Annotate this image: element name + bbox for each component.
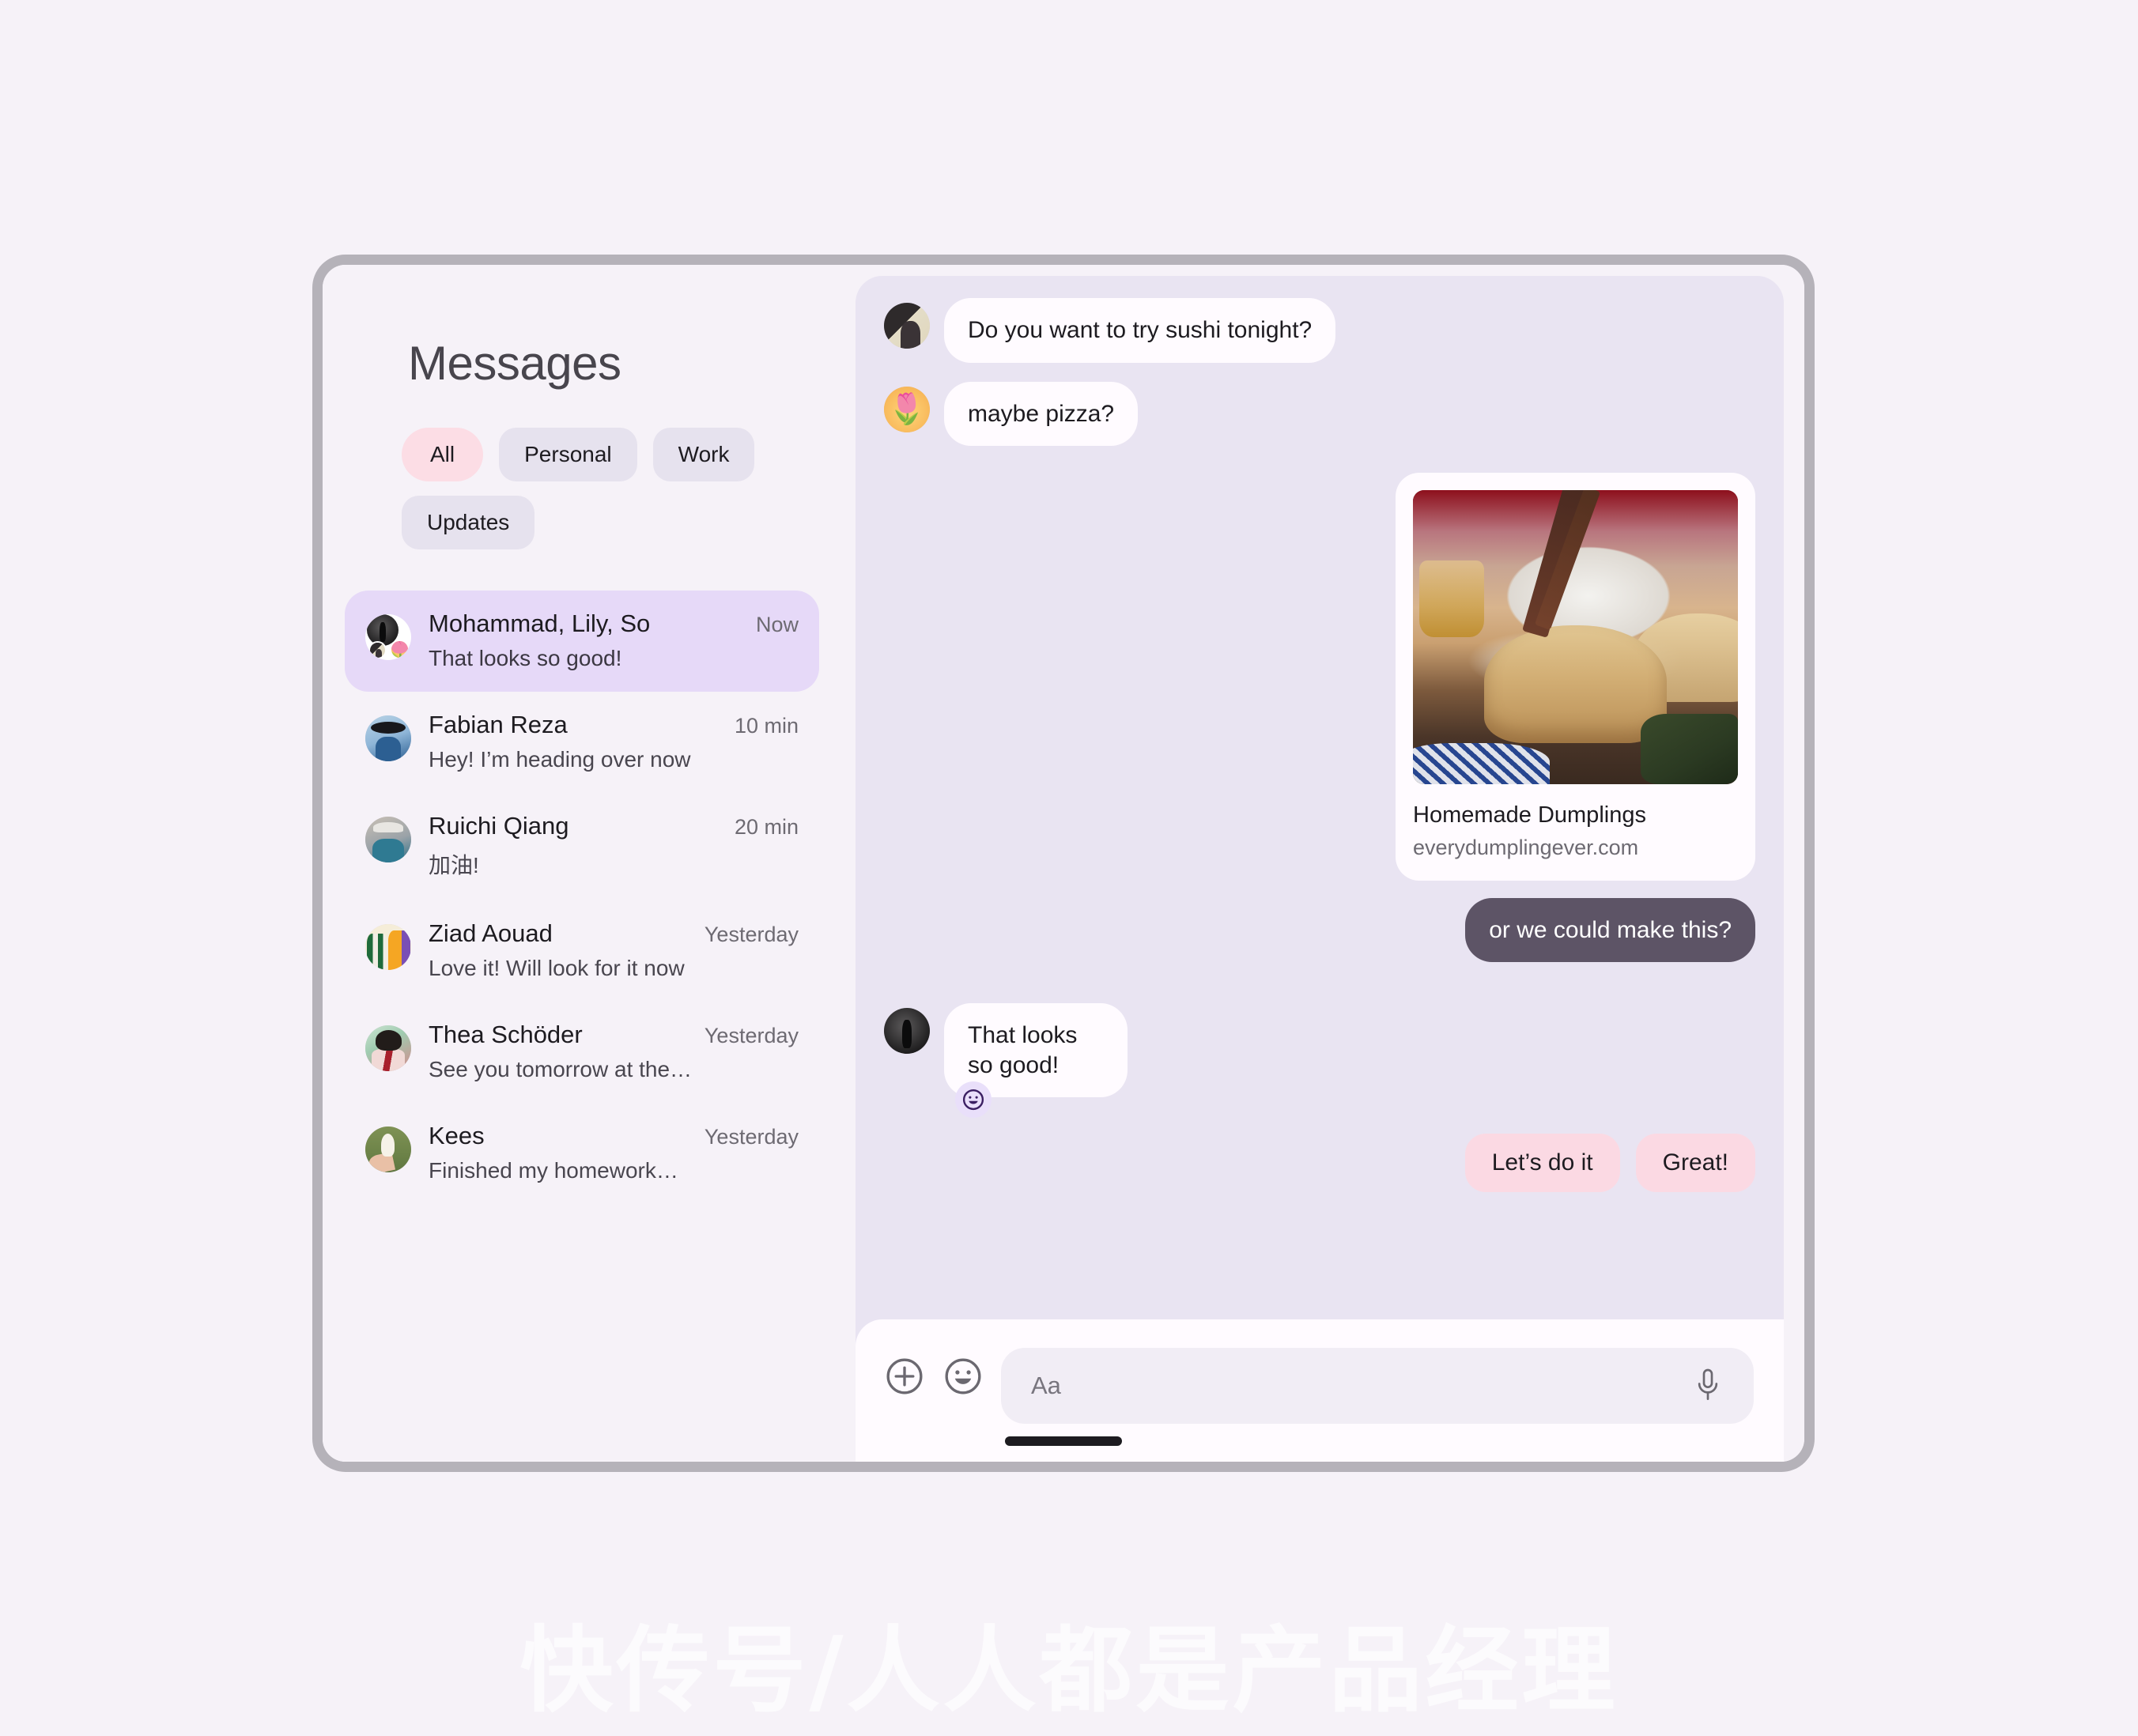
conversation-name: Thea Schöder [429, 1021, 583, 1048]
conversation-name: Kees [429, 1122, 485, 1149]
message-bubble-incoming[interactable]: maybe pizza? [944, 381, 1139, 446]
plus-circle-icon[interactable] [884, 1356, 925, 1397]
filter-chip-all[interactable]: All [402, 428, 484, 481]
avatar [365, 817, 411, 862]
conversation-item-thea-schoder[interactable]: Thea Schöder Yesterday See you tomorrow … [345, 1002, 819, 1103]
conversation-list: Mohammad, Lily, So Now That looks so goo… [323, 591, 851, 1204]
suggested-reply-lets-do-it[interactable]: Let’s do it [1464, 1134, 1620, 1193]
conversation-snippet: Love it! Will look for it now [429, 956, 685, 980]
avatar [884, 386, 930, 432]
message-composer: Aa [856, 1319, 1784, 1462]
message-thread: Do you want to try sushi tonight? maybe … [856, 276, 1784, 1319]
link-preview-image [1413, 490, 1738, 784]
conversation-timestamp: Yesterday [704, 1125, 799, 1149]
avatar [365, 715, 411, 761]
message-row-outgoing: or we could make this? [884, 897, 1755, 963]
message-row-incoming: maybe pizza? [884, 381, 1755, 446]
message-row-incoming-reply: That looks so good! [884, 1003, 1755, 1119]
group-avatar [365, 614, 411, 660]
avatar [365, 924, 411, 970]
filter-chip-work[interactable]: Work [652, 428, 755, 481]
message-row-incoming: Do you want to try sushi tonight? [884, 298, 1755, 363]
conversation-snippet: 加油! [429, 853, 479, 877]
conversation-text: Ziad Aouad Yesterday Love it! Will look … [429, 919, 799, 981]
conversation-name: Mohammad, Lily, So [429, 609, 651, 637]
conversation-name: Fabian Reza [429, 711, 568, 738]
tablet-device-frame: 12:00 Messages [312, 255, 1815, 1472]
conversation-snippet: See you tomorrow at the… [429, 1057, 693, 1081]
conversation-item-kees[interactable]: Kees Yesterday Finished my homework… [345, 1103, 819, 1204]
conversation-timestamp: 20 min [734, 815, 799, 839]
link-preview-row: Homemade Dumplings everydumplingever.com [884, 473, 1755, 881]
suggested-replies: Let’s do it Great! [884, 1134, 1755, 1193]
filter-chip-personal[interactable]: Personal [499, 428, 637, 481]
conversation-name: Ziad Aouad [429, 919, 553, 947]
conversations-sidebar: Messages All Personal Work Updates 🌷 Moh… [323, 265, 851, 1462]
link-preview-domain: everydumplingever.com [1413, 835, 1639, 859]
link-preview-card[interactable]: Homemade Dumplings everydumplingever.com [1396, 473, 1755, 881]
conversation-snippet: Finished my homework… [429, 1158, 678, 1183]
suggested-reply-great[interactable]: Great! [1635, 1134, 1755, 1193]
conversation-item-fabian-reza[interactable]: Fabian Reza 10 min Hey! I’m heading over… [345, 692, 819, 793]
filter-chip-group: All Personal Work Updates [402, 428, 773, 549]
conversation-name: Ruichi Qiang [429, 812, 569, 840]
message-bubble-outgoing[interactable]: or we could make this? [1465, 897, 1755, 963]
emoji-smiley-icon[interactable] [942, 1356, 984, 1397]
conversation-snippet: That looks so good! [429, 646, 622, 670]
filter-chip-updates[interactable]: Updates [402, 496, 535, 549]
avatar [365, 1127, 411, 1172]
watermark: 快传号/人人都是产品经理 [519, 1616, 1619, 1725]
app-panes: Messages All Personal Work Updates 🌷 Moh… [323, 265, 1804, 1462]
link-preview-title: Homemade Dumplings [1413, 802, 1646, 828]
message-input-placeholder: Aa [1031, 1372, 1061, 1399]
message-input-field[interactable]: Aa [1001, 1348, 1754, 1424]
avatar [884, 1008, 930, 1055]
conversation-timestamp: 10 min [734, 714, 799, 738]
conversation-item-ruichi-qiang[interactable]: Ruichi Qiang 20 min 加油! [345, 793, 819, 900]
conversation-timestamp: Yesterday [704, 923, 799, 946]
conversation-text: Fabian Reza 10 min Hey! I’m heading over… [429, 711, 799, 772]
device-screen: 12:00 Messages [323, 265, 1804, 1462]
conversation-timestamp: Yesterday [704, 1024, 799, 1047]
page-title: Messages [408, 337, 621, 390]
home-indicator [1005, 1436, 1122, 1446]
chat-surface: Do you want to try sushi tonight? maybe … [856, 276, 1784, 1462]
message-bubble-wrapper: That looks so good! [944, 1003, 1199, 1119]
conversation-item-mohammad-lily-so[interactable]: Mohammad, Lily, So Now That looks so goo… [345, 591, 819, 692]
message-bubble-incoming[interactable]: Do you want to try sushi tonight? [944, 298, 1336, 363]
conversation-text: Kees Yesterday Finished my homework… [429, 1122, 799, 1183]
conversation-text: Ruichi Qiang 20 min 加油! [429, 812, 799, 880]
conversation-timestamp: Now [755, 613, 799, 636]
conversation-text: Thea Schöder Yesterday See you tomorrow … [429, 1021, 799, 1082]
screenshot-canvas: 12:00 Messages [0, 0, 2138, 1736]
microphone-icon[interactable] [1692, 1367, 1724, 1405]
chat-pane: Do you want to try sushi tonight? maybe … [851, 265, 1804, 1462]
avatar [365, 1025, 411, 1071]
smiley-face-reaction-icon[interactable] [955, 1081, 992, 1119]
conversation-snippet: Hey! I’m heading over now [429, 747, 691, 772]
conversation-text: Mohammad, Lily, So Now That looks so goo… [429, 609, 799, 671]
avatar [884, 303, 930, 349]
conversation-item-ziad-aouad[interactable]: Ziad Aouad Yesterday Love it! Will look … [345, 900, 819, 1002]
